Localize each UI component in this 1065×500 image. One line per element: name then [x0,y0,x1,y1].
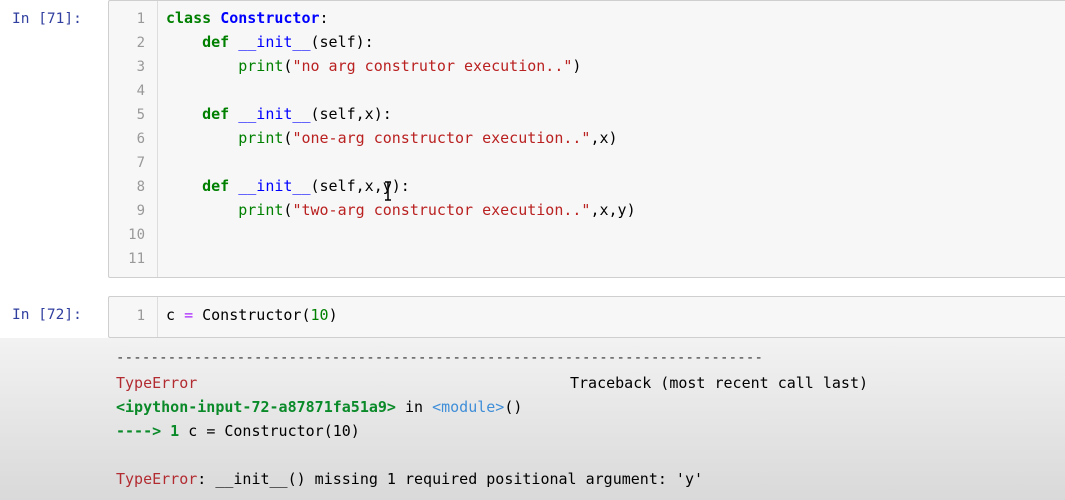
code-line-3: print("no arg construtor execution..") [166,57,581,75]
string-literal: "two-arg constructor execution.." [292,201,591,219]
line-number: 2 [136,35,145,51]
cell-prompt-72: In [72]: [12,307,82,323]
code-line-1: c = Constructor(10) [166,306,338,324]
line-number: 1 [136,11,145,27]
builtin-print: print [238,57,284,75]
line-number: 9 [136,203,145,219]
text-cursor-icon [385,181,391,201]
traceback-label: Traceback (most recent call last) [570,374,869,392]
input-ref: <ipython-input-72-a87871fa51a9> [116,398,396,416]
line-number: 8 [136,179,145,195]
line-number: 6 [136,131,145,147]
params: (self,x,y): [310,177,410,195]
keyword-def: def [202,177,230,195]
arrow-code-call: Constructor [224,422,324,440]
number-literal: 10 [310,306,329,324]
paren: ) [572,57,582,75]
line-number: 1 [136,308,145,324]
method-name: __init__ [238,33,311,51]
code-line-6: print("one-arg constructor execution..",… [166,129,618,147]
operator: = [184,306,194,324]
cell-output-72: ----------------------------------------… [0,338,1065,500]
error-name: TypeError [116,374,198,392]
arrow-code-args: (10) [323,422,360,440]
keyword-class: class [166,9,212,27]
method-name: __init__ [238,177,311,195]
code-line-1: class Constructor: [166,9,329,27]
module-parens: () [504,398,523,416]
string-literal: "one-arg constructor execution.." [292,129,591,147]
traceback-location: <ipython-input-72-a87871fa51a9> in <modu… [116,398,522,416]
line-number: 4 [136,83,145,99]
line-number: 10 [128,227,145,243]
line-number-gutter: 1 [109,297,158,337]
paren: ( [301,306,311,324]
code-line-9: print("two-arg constructor execution..",… [166,201,636,219]
args: ,x,y) [590,201,636,219]
keyword-def: def [202,33,230,51]
final-error-message: : __init__() missing 1 required position… [197,470,704,488]
code-cell-71[interactable]: 1 2 3 4 5 6 7 8 9 10 11 class Constructo… [108,0,1065,278]
arrow-code-var: c [188,422,198,440]
error-message-line: TypeError: __init__() missing 1 required… [116,470,703,488]
line-number: 5 [136,107,145,123]
params: (self,x): [310,105,392,123]
colon: : [319,9,329,27]
line-number: 3 [136,59,145,75]
traceback-separator: ----------------------------------------… [116,350,764,366]
code-line-8: def __init__(self,x,y): [166,177,410,195]
code-line-2: def __init__(self): [166,33,374,51]
builtin-print: print [238,129,284,147]
module-ref: <module> [432,398,505,416]
line-number: 11 [128,251,145,267]
arrow-marker: ----> 1 [116,422,180,440]
line-number: 7 [136,155,145,171]
traceback-header: TypeError [116,374,197,392]
code-line-5: def __init__(self,x): [166,105,392,123]
final-error-name: TypeError [116,470,198,488]
variable: c [166,306,176,324]
method-name: __init__ [238,105,311,123]
params: (self): [310,33,374,51]
builtin-print: print [238,201,284,219]
args: ,x) [590,129,618,147]
keyword-def: def [202,105,230,123]
arrow-code-eq: = [206,422,216,440]
in-word: in [405,398,424,416]
call-name: Constructor [202,306,302,324]
line-number-gutter: 1 2 3 4 5 6 7 8 9 10 11 [109,1,158,277]
traceback-arrow-line: ----> 1 c = Constructor(10) [116,422,360,440]
code-cell-72[interactable]: 1 c = Constructor(10) [108,296,1065,338]
paren: ) [328,306,338,324]
class-name: Constructor [220,9,320,27]
cell-prompt-71: In [71]: [12,11,82,27]
string-literal: "no arg construtor execution.." [292,57,573,75]
